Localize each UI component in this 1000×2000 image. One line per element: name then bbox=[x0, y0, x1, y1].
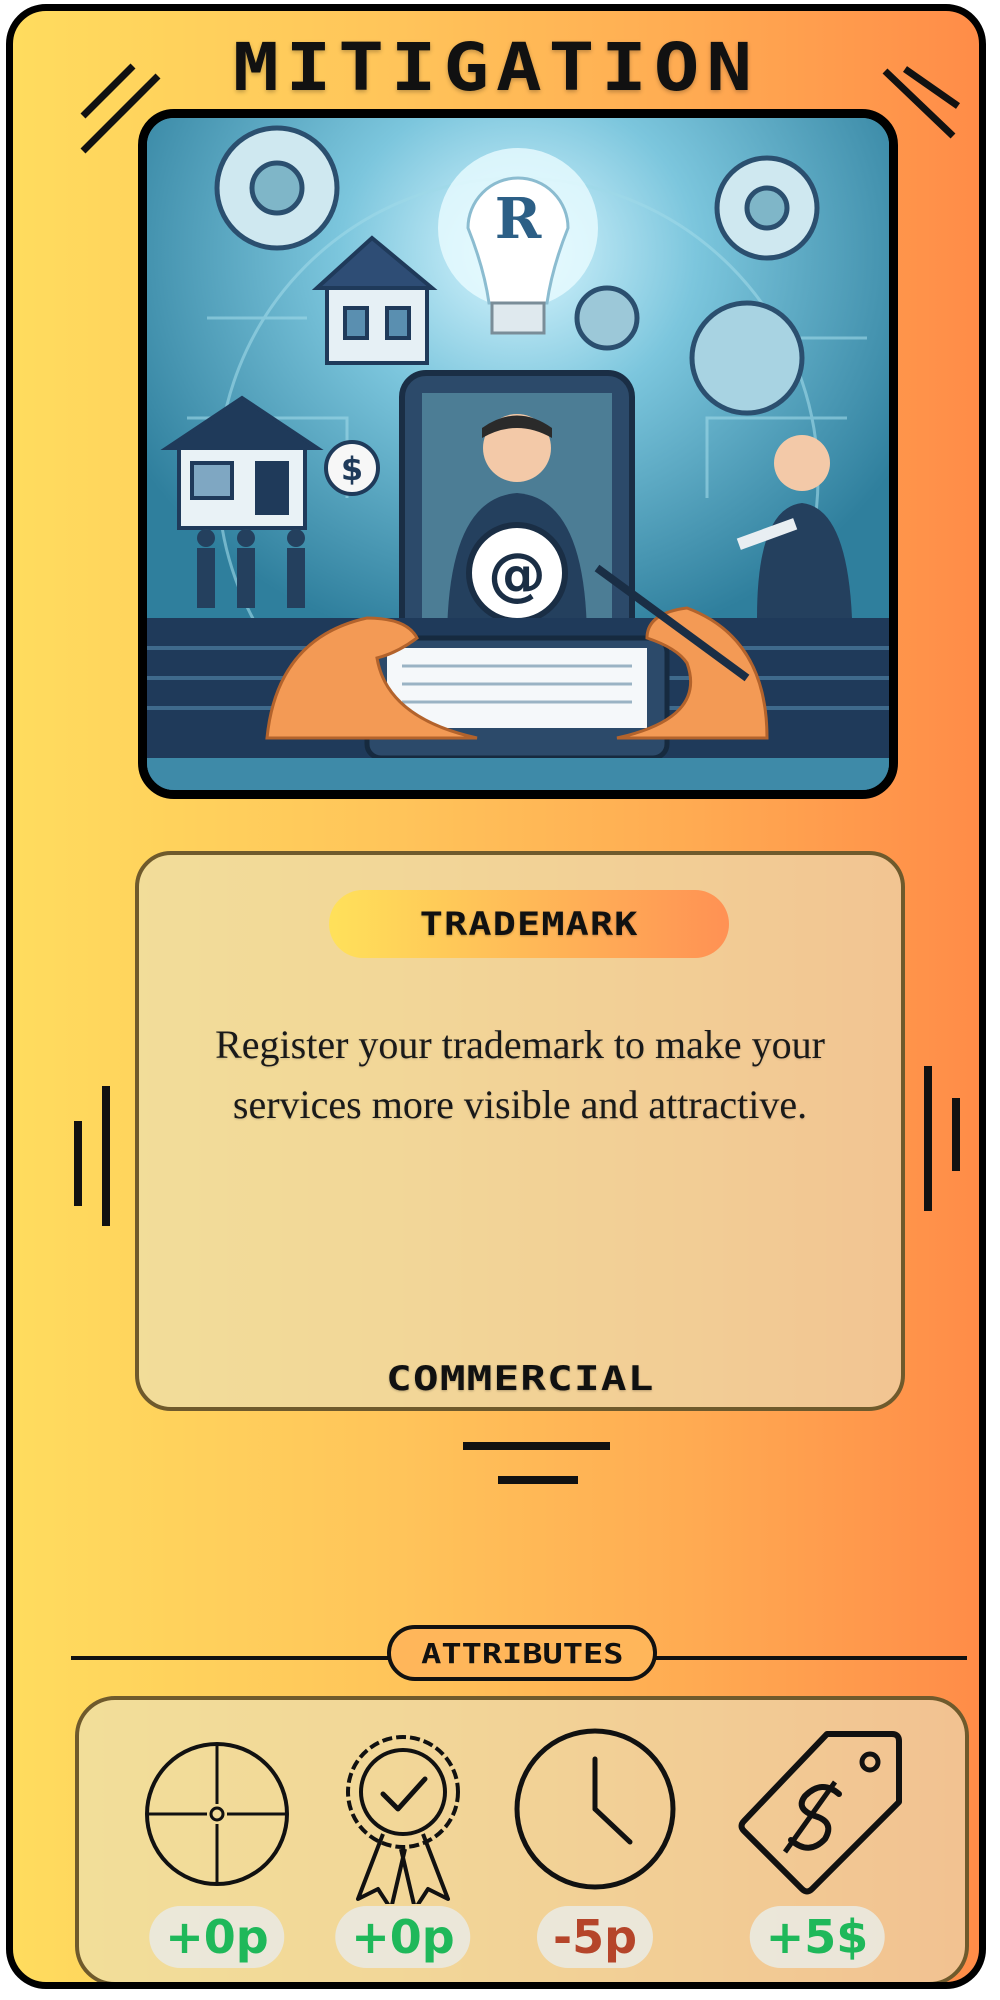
category-pill-label: TRADEMARK bbox=[419, 905, 639, 943]
game-card[interactable]: MITIGATION $ R @ TRADEMARK Register your… bbox=[6, 4, 986, 1989]
card-category: COMMERCIAL bbox=[139, 1359, 901, 1399]
divider-decoration bbox=[463, 1442, 610, 1484]
card-illustration: $ R @ bbox=[138, 109, 898, 799]
attributes-label: ATTRIBUTES bbox=[387, 1625, 657, 1681]
attribute-value: +5$ bbox=[749, 1906, 885, 1968]
bulb-letter: R bbox=[495, 186, 542, 252]
card-category-label: COMMERCIAL bbox=[385, 1359, 655, 1399]
price-tag-icon bbox=[738, 1731, 902, 1895]
attribute-value: -5p bbox=[536, 1906, 654, 1968]
attribute-quality: +0p bbox=[313, 1724, 493, 1982]
trademark-illustration: $ R @ bbox=[147, 118, 889, 790]
side-decoration-right bbox=[924, 1066, 960, 1211]
attribute-time: -5p bbox=[505, 1724, 685, 1982]
crosshair-icon bbox=[145, 1742, 289, 1886]
description-panel: TRADEMARK Register your trademark to mak… bbox=[135, 851, 905, 1411]
side-decoration-left bbox=[74, 1086, 110, 1226]
award-badge-icon bbox=[346, 1735, 460, 1904]
attribute-value: +0p bbox=[149, 1906, 285, 1968]
attributes-panel: +0p +0p -5p +5$ bbox=[75, 1696, 969, 1982]
at-symbol: @ bbox=[488, 540, 546, 608]
svg-text:$: $ bbox=[341, 450, 363, 488]
attribute-precision: +0p bbox=[127, 1724, 307, 1982]
card-description: Register your trademark to make your ser… bbox=[215, 1022, 825, 1127]
attributes-label-text: ATTRIBUTES bbox=[420, 1636, 624, 1670]
clock-icon bbox=[514, 1728, 676, 1890]
attribute-cost: +5$ bbox=[727, 1724, 907, 1982]
category-pill: TRADEMARK bbox=[329, 890, 729, 958]
attribute-value: +0p bbox=[335, 1906, 471, 1968]
